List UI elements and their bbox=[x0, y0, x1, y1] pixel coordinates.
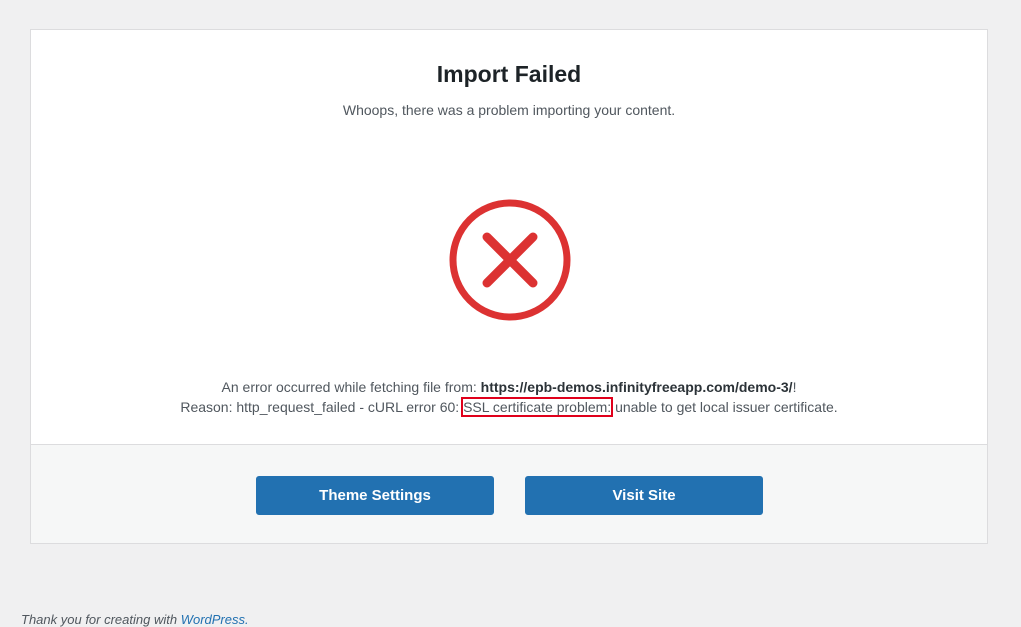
error-message-suffix: ! bbox=[792, 379, 797, 395]
card-footer: Theme Settings Visit Site bbox=[31, 444, 987, 543]
error-message: An error occurred while fetching file fr… bbox=[31, 377, 987, 417]
visit-site-button[interactable]: Visit Site bbox=[525, 476, 763, 515]
page-subtitle: Whoops, there was a problem importing yo… bbox=[342, 102, 676, 118]
card-body: Import Failed Whoops, there was a proble… bbox=[31, 30, 987, 444]
footer-thanks-text: Thank you for creating with bbox=[21, 612, 181, 627]
error-reason-prefix: Reason: http_request_failed - cURL error… bbox=[180, 399, 464, 415]
error-url: https://epb-demos.infinityfreeapp.com/de… bbox=[480, 379, 793, 395]
admin-footer-text: Thank you for creating with WordPress. bbox=[21, 612, 249, 627]
error-reason-suffix: unable to get local issuer certificate. bbox=[611, 399, 838, 415]
page-title: Import Failed bbox=[436, 61, 582, 87]
ssl-problem-highlight: SSL certificate problem: bbox=[461, 397, 614, 417]
error-x-circle-icon bbox=[449, 199, 571, 321]
error-message-line-1: An error occurred while fetching file fr… bbox=[31, 377, 987, 397]
wordpress-link[interactable]: WordPress. bbox=[181, 612, 249, 627]
error-reason-line: Reason: http_request_failed - cURL error… bbox=[31, 397, 987, 417]
theme-settings-button[interactable]: Theme Settings bbox=[256, 476, 494, 515]
import-failed-card: Import Failed Whoops, there was a proble… bbox=[30, 29, 988, 544]
error-message-prefix: An error occurred while fetching file fr… bbox=[221, 379, 481, 395]
